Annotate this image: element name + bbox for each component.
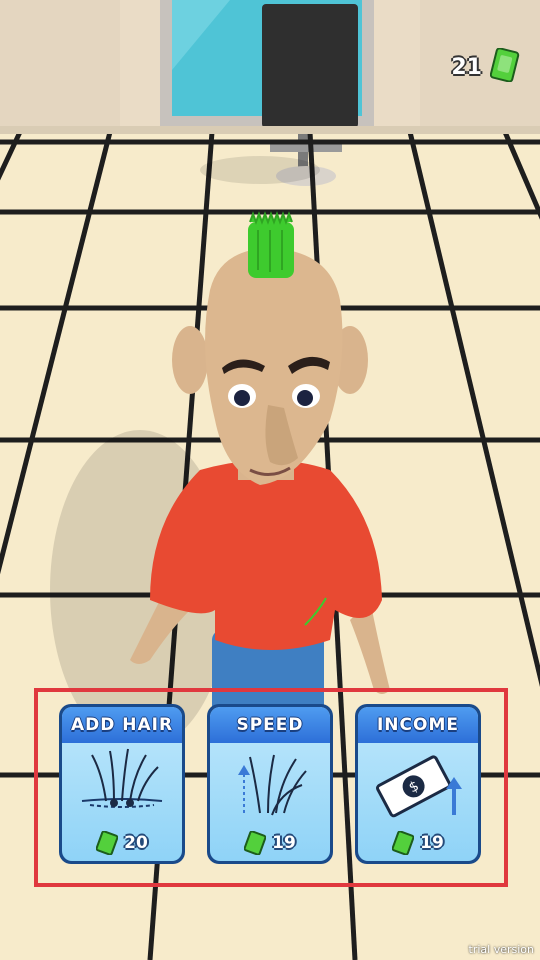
hair-follicle-icon	[81, 748, 163, 808]
upgrade-title: ADD HAIR	[62, 707, 182, 743]
upgrade-price-value: 19	[272, 833, 296, 853]
speed-hair-icon	[238, 754, 307, 816]
upgrade-price: 19	[358, 831, 478, 855]
upgrade-card-income[interactable]: INCOME $ 19	[355, 704, 481, 864]
upgrade-card-add-hair[interactable]: ADD HAIR 20	[59, 704, 185, 864]
watermark-text: trial version	[468, 943, 534, 956]
mohawk-hair	[248, 211, 294, 278]
cash-stack-icon	[489, 47, 520, 86]
barber-chair-back	[262, 4, 358, 128]
cash-amount: 21	[451, 54, 482, 80]
upgrade-title: SPEED	[210, 707, 330, 743]
upgrade-price: 19	[210, 831, 330, 855]
upgrade-price-value: 20	[124, 833, 148, 853]
cash-icon	[96, 831, 119, 855]
cash-icon	[392, 831, 415, 855]
upgrade-price: 20	[62, 831, 182, 855]
cash-icon	[244, 831, 267, 855]
upgrade-title: INCOME	[358, 707, 478, 743]
money-bill-icon: $	[376, 755, 462, 818]
upgrade-price-value: 19	[420, 833, 444, 853]
upgrade-card-speed[interactable]: SPEED 19	[207, 704, 333, 864]
cash-counter: 21	[451, 47, 520, 86]
